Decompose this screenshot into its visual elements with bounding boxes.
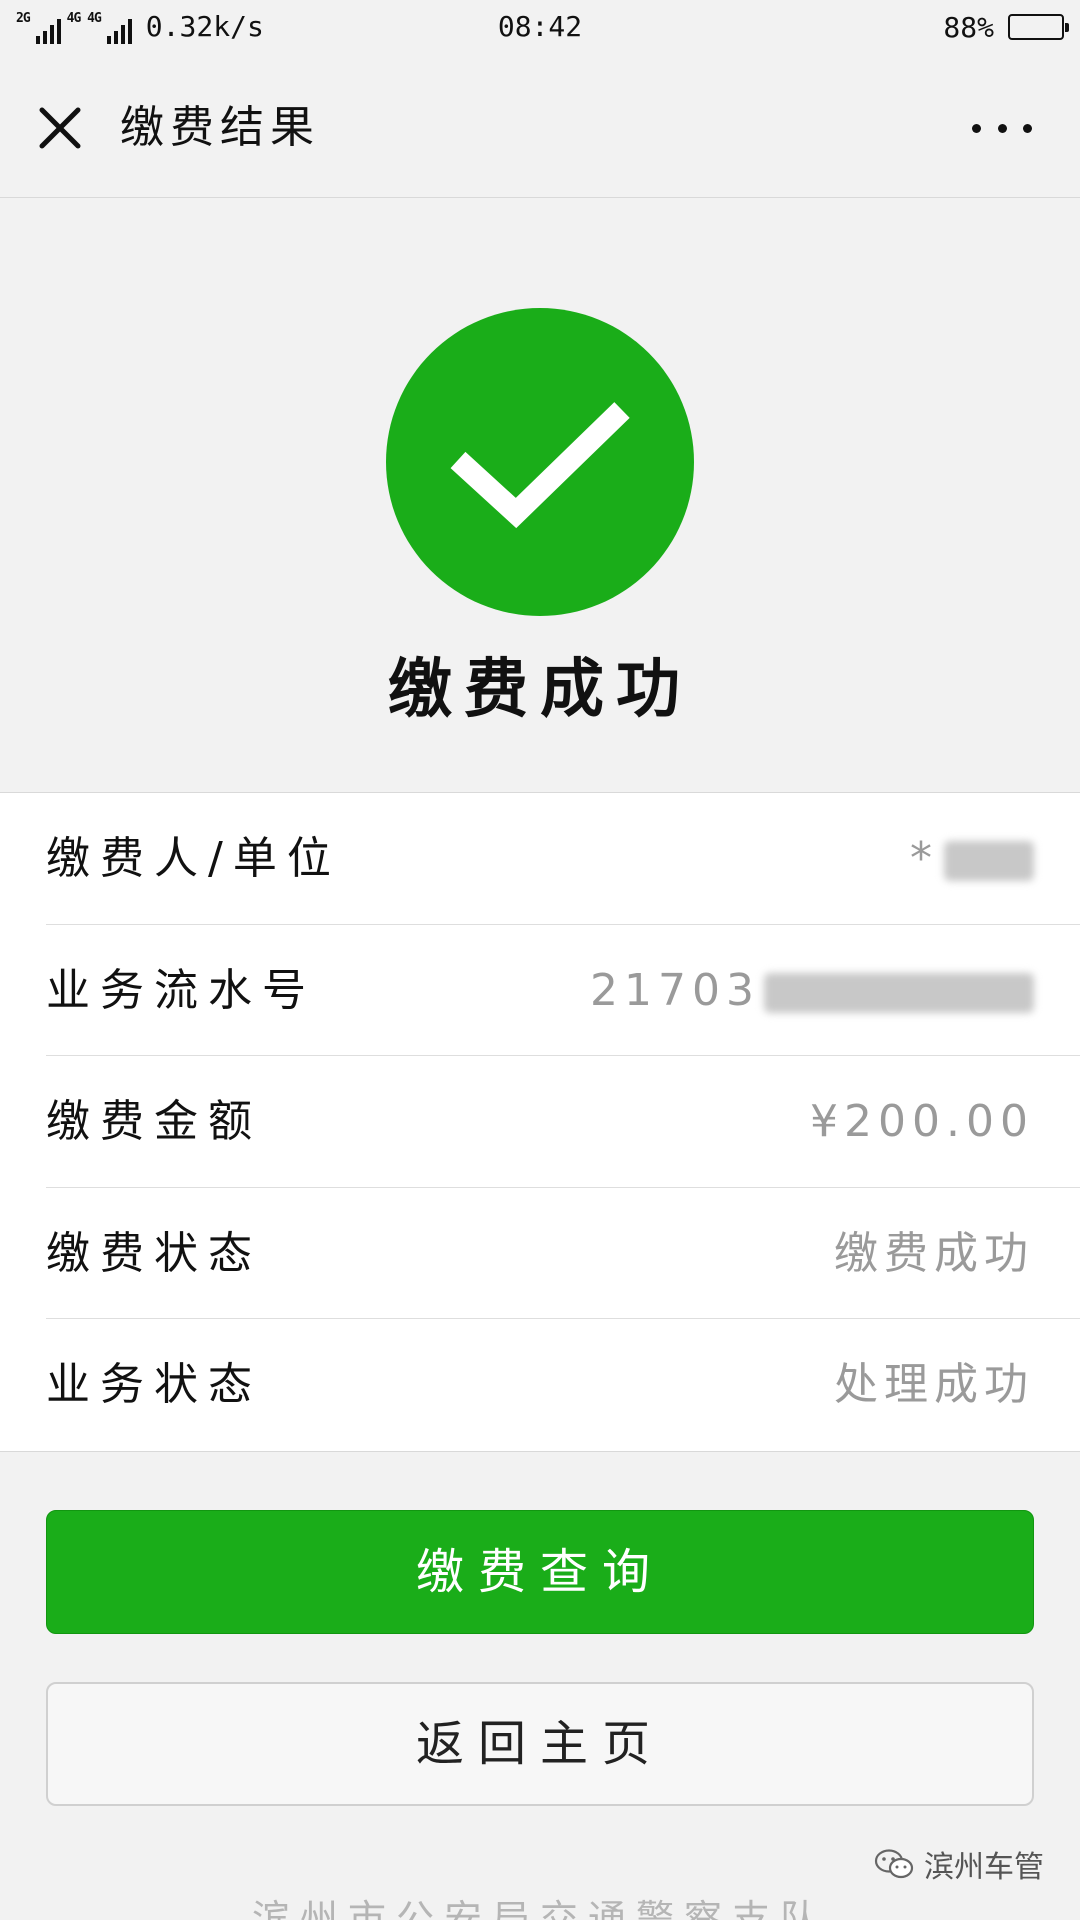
wechat-icon [874, 1849, 914, 1879]
detail-row-payment-status: 缴费状态 缴费成功 [46, 1188, 1080, 1319]
success-message: 缴费成功 [388, 653, 692, 727]
detail-row-business-status: 业务状态 处理成功 [46, 1319, 1080, 1451]
return-home-button[interactable]: 返回主页 [46, 1682, 1034, 1806]
close-button[interactable] [30, 98, 90, 158]
redacted-block [944, 841, 1034, 881]
payment-query-button[interactable]: 缴费查询 [46, 1510, 1034, 1634]
more-button[interactable] [972, 108, 1032, 148]
footer-agency: 滨州市公安局交通警察支队 [251, 1897, 828, 1920]
nav-bar: 缴费结果 [0, 56, 1080, 198]
close-icon [39, 107, 81, 149]
detail-value: * [910, 833, 1034, 885]
detail-label: 业务流水号 [46, 964, 316, 1016]
payment-details: 缴费人/单位 * 业务流水号 21703 缴费金额 ¥200.00 缴费状态 缴… [0, 792, 1080, 1452]
detail-row-payer: 缴费人/单位 * [46, 793, 1080, 925]
detail-value: 21703 [590, 965, 1034, 1017]
status-time: 08:42 [497, 10, 583, 43]
watermark: 滨州车管 [874, 1842, 1044, 1886]
success-check-icon [386, 308, 694, 616]
detail-value: ¥200.00 [810, 1096, 1034, 1147]
status-bar: 2G 4G 4G 0.32k/s 08:42 88% [0, 0, 1080, 56]
detail-label: 缴费人/单位 [46, 833, 341, 884]
watermark-text: 滨州车管 [924, 1850, 1044, 1885]
more-icon-dot [972, 123, 981, 133]
battery-icon [1008, 14, 1069, 40]
detail-label: 缴费金额 [46, 1096, 262, 1147]
page-title: 缴费结果 [120, 102, 320, 153]
detail-value: 缴费成功 [834, 1227, 1034, 1279]
detail-label: 缴费状态 [46, 1227, 262, 1279]
detail-row-amount: 缴费金额 ¥200.00 [46, 1056, 1080, 1188]
detail-value: 处理成功 [834, 1359, 1034, 1410]
detail-row-serial: 业务流水号 21703 [46, 925, 1080, 1056]
redacted-block [764, 972, 1034, 1013]
more-icon-dot [1023, 123, 1032, 133]
battery-percent: 88% [943, 10, 994, 44]
result-section: 缴费成功 [0, 198, 1080, 792]
more-icon-dot [997, 123, 1007, 133]
detail-label: 业务状态 [46, 1359, 262, 1410]
status-right: 88% [943, 10, 1069, 44]
